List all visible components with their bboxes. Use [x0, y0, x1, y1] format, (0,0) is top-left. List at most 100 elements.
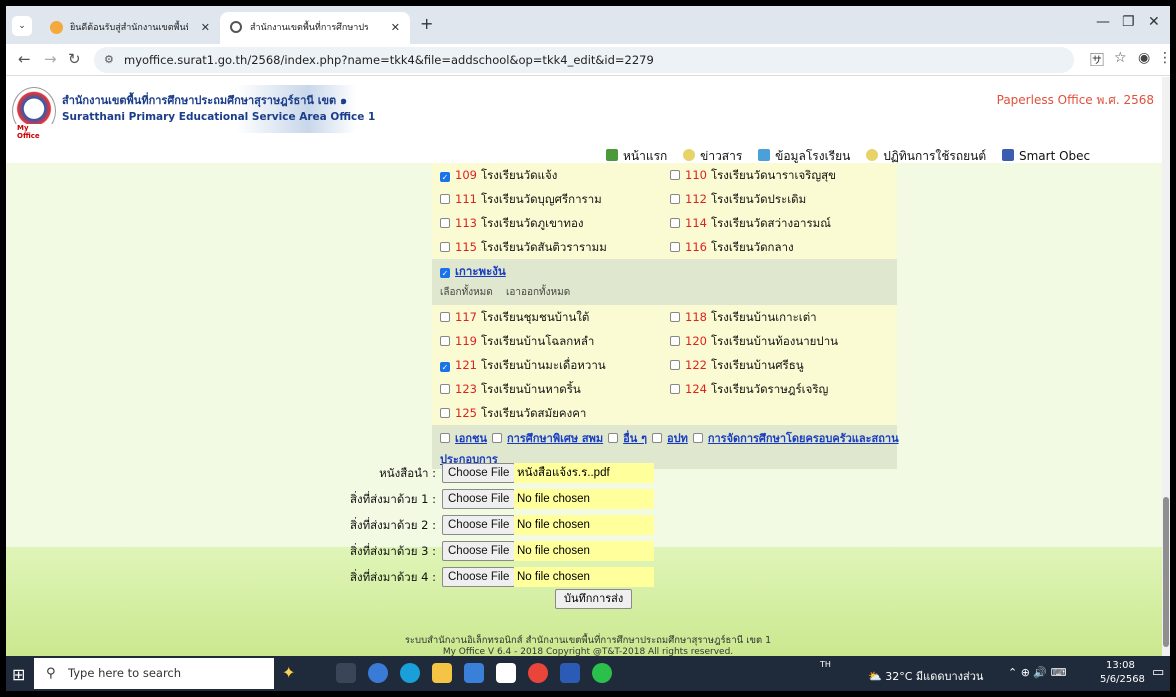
choose-file-button[interactable]: Choose File [442, 541, 516, 561]
school-checkbox[interactable] [440, 194, 450, 204]
translate-icon[interactable]: 🈂 [1090, 50, 1104, 70]
category-checkbox[interactable] [652, 433, 662, 443]
url-input[interactable]: ⚙ myoffice.surat1.go.th/2568/index.php?n… [94, 47, 1074, 73]
file-upload-row: สิ่งที่ส่งมาด้วย 1 : Choose File No file c… [236, 489, 666, 509]
school-option[interactable]: 115 โรงเรียนวัดสันติวรารามม [440, 235, 607, 259]
school-checkbox[interactable] [440, 336, 450, 346]
school-option[interactable]: 121โรงเรียนบ้านมะเดื่อหวาน [440, 353, 606, 377]
scrollbar[interactable] [1162, 77, 1170, 656]
category-link[interactable]: การจัดการศึกษาโดยครอบครัวและสถาน [708, 432, 899, 445]
choose-file-button[interactable]: Choose File [442, 515, 516, 535]
bookmark-star-icon[interactable]: ☆ [1114, 50, 1127, 66]
school-option[interactable]: 122 โรงเรียนบ้านศรีธนู [670, 353, 804, 377]
school-checkbox[interactable] [670, 194, 680, 204]
school-checkbox[interactable] [670, 384, 680, 394]
school-checkbox[interactable] [440, 312, 450, 322]
school-row: 125 โรงเรียนวัดสมัยคงคา [432, 401, 897, 425]
notifications-icon[interactable]: ▭ [1152, 665, 1164, 680]
close-icon[interactable]: ✕ [201, 12, 210, 44]
school-checkbox[interactable] [670, 218, 680, 228]
category-checkbox[interactable] [492, 433, 503, 443]
deselect-all-link[interactable]: เอาออกทั้งหมด [506, 287, 570, 298]
clock-date[interactable]: 5/6/2568 [1100, 674, 1145, 685]
system-tray-icons[interactable]: ⌃ ⊕ 🔊 ⌨ [1008, 666, 1067, 679]
profile-icon[interactable]: ◉ [1138, 50, 1150, 66]
school-number: 111 [455, 192, 477, 206]
task-view-icon[interactable] [336, 663, 356, 683]
store-icon[interactable] [464, 663, 484, 683]
school-checkbox[interactable] [670, 242, 680, 252]
school-checkbox[interactable] [670, 170, 680, 180]
tab-welcome[interactable]: ยินดีต้อนรับสู่สำนักงานเขตพื้นที่การศึกษ… [40, 12, 220, 44]
school-option[interactable]: 119 โรงเรียนบ้านโฉลกหลำ [440, 329, 594, 353]
weather-widget[interactable]: ⛅ 32°C มีแดดบางส่วน [868, 667, 983, 685]
school-option[interactable]: 123 โรงเรียนบ้านหาดริ้น [440, 377, 581, 401]
widgets-icon[interactable] [368, 663, 388, 683]
category-checkbox[interactable] [440, 433, 450, 443]
menu-kebab-icon[interactable]: ⋮ [1158, 50, 1170, 66]
school-name: โรงเรียนวัดกลาง [710, 240, 794, 254]
school-option[interactable]: 110 โรงเรียนวัดนาราเจริญสุข [670, 163, 836, 187]
tab-search-dropdown[interactable]: ⌄ [12, 16, 32, 36]
word-icon[interactable] [560, 663, 580, 683]
group-checkbox[interactable] [440, 268, 450, 278]
category-link[interactable]: การศึกษาพิเศษ สพม [507, 432, 603, 445]
submit-button[interactable]: บันทึกการส่ง [555, 589, 633, 609]
school-option[interactable]: 117 โรงเรียนชุมชนบ้านใต้ [440, 305, 589, 329]
scrollbar-thumb[interactable] [1163, 497, 1169, 647]
close-icon[interactable]: ✕ [391, 12, 400, 44]
tab-active[interactable]: สำนักงานเขตพื้นที่การศึกษาประถมศึกษา ✕ [220, 12, 410, 44]
school-checkbox[interactable] [670, 312, 680, 322]
mail-icon[interactable] [496, 663, 516, 683]
maximize-icon[interactable]: ❐ [1122, 14, 1135, 30]
taskbar-search-input[interactable]: ⚲ Type here to search [34, 658, 274, 689]
school-option[interactable]: 113 โรงเรียนวัดภูเขาทอง [440, 211, 584, 235]
school-checkbox[interactable] [440, 242, 450, 252]
school-option[interactable]: 111 โรงเรียนวัดบุญศรีการาม [440, 187, 602, 211]
school-option[interactable]: 109โรงเรียนวัดแจ้ง [440, 163, 557, 187]
school-checkbox[interactable] [670, 336, 680, 346]
school-checkbox[interactable] [440, 362, 450, 372]
school-option[interactable]: 120 โรงเรียนบ้านท้องนายปาน [670, 329, 838, 353]
new-tab-button[interactable]: + [420, 14, 433, 33]
line-icon[interactable] [592, 663, 612, 683]
school-checkbox[interactable] [670, 360, 680, 370]
forward-icon[interactable]: → [44, 50, 57, 68]
select-all-link[interactable]: เลือกทั้งหมด [440, 287, 493, 298]
category-link[interactable]: อื่น ๆ [623, 432, 647, 445]
chrome-icon[interactable] [528, 663, 548, 683]
edge-icon[interactable] [400, 663, 420, 683]
group-select-actions: เลือกทั้งหมด เอาออกทั้งหมด [440, 285, 580, 300]
category-link[interactable]: อปท [667, 432, 688, 445]
clock-time[interactable]: 13:08 [1106, 660, 1135, 671]
choose-file-button[interactable]: Choose File [442, 463, 516, 483]
school-option[interactable]: 116 โรงเรียนวัดกลาง [670, 235, 794, 259]
file-explorer-icon[interactable] [432, 663, 452, 683]
school-checkbox[interactable] [440, 218, 450, 228]
site-info-icon[interactable]: ⚙ [104, 47, 114, 73]
nav-smart-obec[interactable]: Smart Obec [1002, 149, 1090, 163]
school-number: 122 [685, 358, 707, 372]
windows-start-icon[interactable]: ⊞ [12, 665, 25, 684]
back-icon[interactable]: ← [18, 50, 31, 68]
minimize-icon[interactable]: — [1096, 14, 1110, 30]
reload-icon[interactable]: ↻ [68, 50, 81, 68]
school-option[interactable]: 112 โรงเรียนวัดประเดิม [670, 187, 806, 211]
school-option[interactable]: 114 โรงเรียนวัดสว่างอารมณ์ [670, 211, 831, 235]
school-option[interactable]: 125 โรงเรียนวัดสมัยคงคา [440, 401, 586, 425]
school-name: โรงเรียนวัดสว่างอารมณ์ [710, 216, 831, 230]
school-checkbox[interactable] [440, 384, 450, 394]
close-window-icon[interactable]: ✕ [1148, 14, 1160, 30]
category-checkbox[interactable] [608, 433, 619, 443]
school-checkbox[interactable] [440, 172, 450, 182]
school-option[interactable]: 124 โรงเรียนวัดราษฎร์เจริญ [670, 377, 828, 401]
copilot-sparkle-icon[interactable]: ✦ [282, 663, 302, 683]
choose-file-button[interactable]: Choose File [442, 567, 516, 587]
language-indicator[interactable]: TH [820, 660, 831, 669]
group-title-link[interactable]: เกาะพะงัน [440, 263, 506, 281]
school-checkbox[interactable] [440, 408, 450, 418]
choose-file-button[interactable]: Choose File [442, 489, 516, 509]
category-checkbox[interactable] [692, 433, 703, 443]
category-link[interactable]: เอกชน [455, 432, 487, 445]
school-option[interactable]: 118 โรงเรียนบ้านเกาะเต่า [670, 305, 817, 329]
